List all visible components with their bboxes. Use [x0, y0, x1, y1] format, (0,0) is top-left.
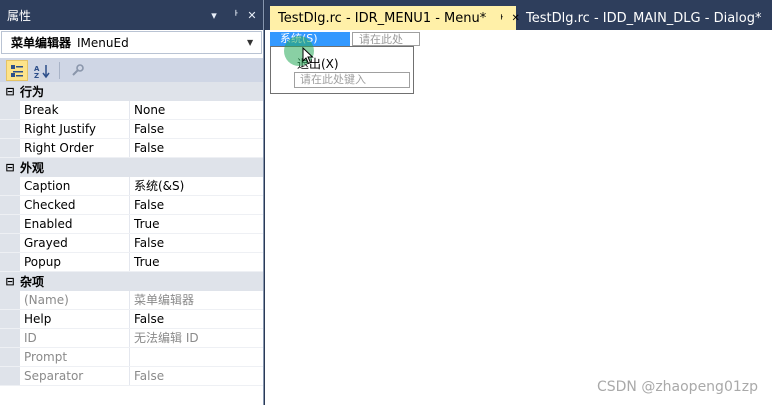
alphabetical-sort-icon[interactable]: AZ — [31, 60, 53, 81]
property-row[interactable]: (Name) 菜单编辑器 — [0, 291, 263, 310]
property-name: Checked — [20, 196, 130, 214]
pin-icon[interactable]: ᅡ — [494, 11, 503, 26]
property-value[interactable]: True — [130, 215, 263, 233]
property-name: Popup — [20, 253, 130, 271]
category-label: 杂项 — [20, 275, 45, 289]
menu-placeholder-sub[interactable]: 请在此处键入 — [294, 72, 410, 88]
tab-label: TestDlg.rc - IDR_MENU1 - Menu* — [278, 10, 487, 26]
property-row[interactable]: ID 无法编辑 ID — [0, 329, 263, 348]
tab-dialog-editor[interactable]: TestDlg.rc - IDD_MAIN_DLG - Dialog* — [518, 6, 772, 30]
property-row[interactable]: Right Justify False — [0, 120, 263, 139]
property-value[interactable]: None — [130, 101, 263, 119]
pin-icon[interactable]: ᅡ — [225, 7, 241, 23]
property-row[interactable]: Right Order False — [0, 139, 263, 158]
property-name: Help — [20, 310, 130, 328]
properties-panel: 属性 ▾ ᅡ ✕ 菜单编辑器 IMenuEd ▼ AZ ⊟ 行为 Break Non… — [0, 0, 264, 405]
menu-design-canvas[interactable]: 系统(S) 请在此处键入 退出(X) 请在此处键入 CSDN @zhaopeng… — [265, 30, 772, 405]
object-selector[interactable]: 菜单编辑器 IMenuEd ▼ — [1, 31, 262, 54]
category-appearance[interactable]: ⊟ 外观 — [0, 158, 263, 177]
property-value[interactable]: 系统(&S) — [130, 177, 263, 195]
wrench-icon[interactable] — [66, 60, 88, 81]
close-icon[interactable]: ✕ — [244, 9, 260, 22]
property-value[interactable]: False — [130, 234, 263, 252]
editor-area: TestDlg.rc - IDR_MENU1 - Menu* ᅡ ✕ TestD… — [265, 0, 772, 405]
property-row[interactable]: Break None — [0, 101, 263, 120]
property-value[interactable]: False — [130, 196, 263, 214]
property-name: (Name) — [20, 291, 130, 309]
properties-toolbar: AZ — [0, 58, 263, 84]
mouse-cursor-icon — [302, 47, 314, 65]
category-label: 行为 — [20, 85, 45, 99]
property-row[interactable]: Popup True — [0, 253, 263, 272]
tab-label: TestDlg.rc - IDD_MAIN_DLG - Dialog* — [526, 10, 762, 26]
menu-placeholder-top[interactable]: 请在此处键入 — [352, 32, 420, 60]
property-row[interactable]: Checked False — [0, 196, 263, 215]
property-value[interactable]: True — [130, 253, 263, 271]
property-row[interactable]: Enabled True — [0, 215, 263, 234]
property-name: Grayed — [20, 234, 130, 252]
watermark: CSDN @zhaopeng01zp — [596, 379, 758, 395]
property-name: Prompt — [20, 348, 130, 366]
property-name: Enabled — [20, 215, 130, 233]
category-label: 外观 — [20, 161, 45, 175]
property-name: Right Order — [20, 139, 130, 157]
property-value — [130, 348, 263, 366]
property-name: Right Justify — [20, 120, 130, 138]
document-tabstrip: TestDlg.rc - IDR_MENU1 - Menu* ᅡ ✕ TestD… — [265, 0, 772, 30]
object-type: IMenuEd — [77, 36, 129, 50]
property-value[interactable]: False — [130, 139, 263, 157]
property-row[interactable]: Grayed False — [0, 234, 263, 253]
property-value: 菜单编辑器 — [134, 293, 195, 307]
collapse-icon[interactable]: ⊟ — [0, 85, 20, 98]
svg-text:Z: Z — [34, 72, 39, 79]
dropdown-arrow-icon[interactable]: ▾ — [206, 9, 222, 22]
property-row[interactable]: Help False — [0, 310, 263, 329]
category-misc[interactable]: ⊟ 杂项 — [0, 272, 263, 291]
category-behavior[interactable]: ⊟ 行为 — [0, 82, 263, 101]
tab-menu-editor[interactable]: TestDlg.rc - IDR_MENU1 - Menu* ᅡ ✕ — [270, 6, 520, 30]
properties-header: 属性 ▾ ᅡ ✕ — [0, 0, 263, 30]
property-row[interactable]: Separator False — [0, 367, 263, 386]
property-value: False — [134, 369, 165, 383]
property-value: 无法编辑 ID — [134, 331, 199, 345]
chevron-down-icon[interactable]: ▼ — [247, 38, 261, 47]
categorized-icon[interactable] — [6, 60, 28, 81]
property-name: Caption — [20, 177, 130, 195]
property-row[interactable]: Caption 系统(&S) — [0, 177, 263, 196]
property-name: Separator — [20, 367, 130, 385]
toolbar-separator — [59, 62, 60, 79]
property-grid: ⊟ 行为 Break None Right Justify False Right … — [0, 82, 263, 386]
object-name: 菜单编辑器 — [11, 36, 72, 50]
property-name: ID — [20, 329, 130, 347]
property-value[interactable]: False — [130, 310, 263, 328]
collapse-icon[interactable]: ⊟ — [0, 275, 20, 288]
object-selector-value: 菜单编辑器 IMenuEd — [11, 34, 247, 51]
properties-title: 属性 — [7, 8, 32, 23]
property-row[interactable]: Prompt — [0, 348, 263, 367]
property-name: Break — [20, 101, 130, 119]
property-value[interactable]: False — [130, 120, 263, 138]
collapse-icon[interactable]: ⊟ — [0, 161, 20, 174]
